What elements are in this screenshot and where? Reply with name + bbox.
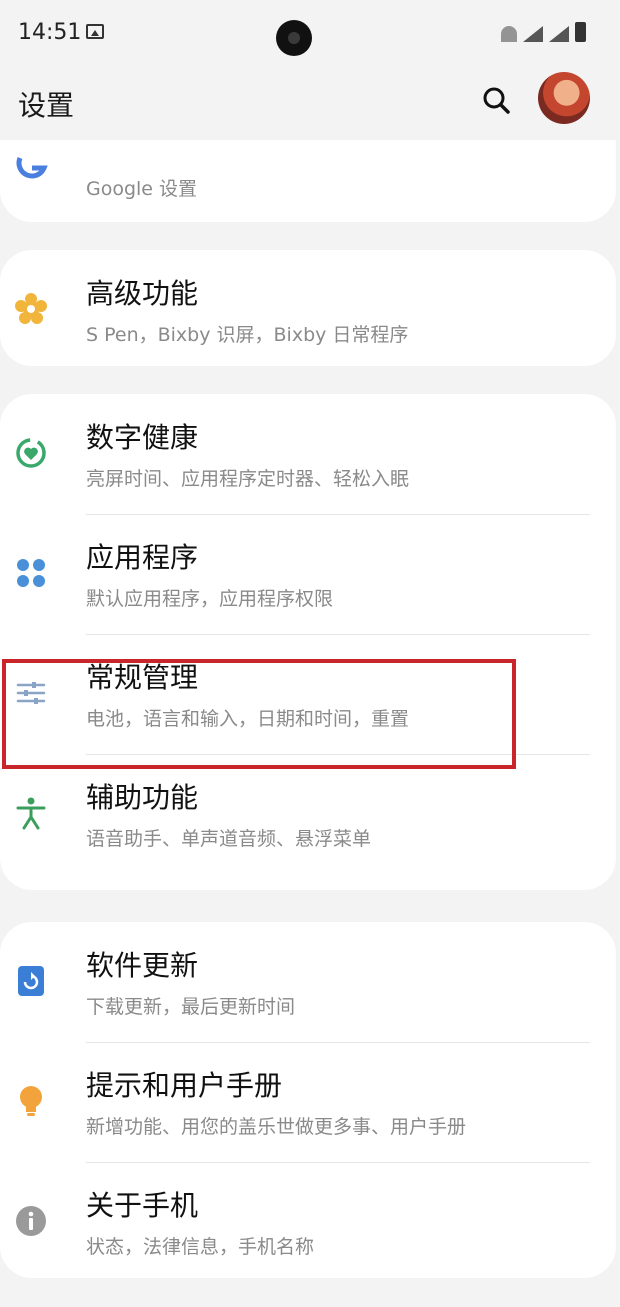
gallery-notification-icon [86, 24, 104, 39]
list-item-title: 高级功能 [86, 277, 199, 310]
status-bar: 14:51 [0, 0, 620, 66]
list-item-google[interactable]: Google 设置 [0, 140, 616, 222]
digital-wellbeing-icon [16, 438, 46, 468]
accessibility-icon [16, 797, 46, 830]
list-item-title: 软件更新 [86, 949, 199, 982]
gear-flower-icon [15, 293, 47, 324]
list-item-advanced-features[interactable]: 高级功能 S Pen，Bixby 识屏，Bixby 日常程序 [0, 250, 616, 366]
system-icons [501, 22, 586, 42]
list-item-title: 关于手机 [86, 1189, 199, 1222]
search-icon [483, 87, 510, 114]
card-group-1: 高级功能 S Pen，Bixby 识屏，Bixby 日常程序 [0, 250, 616, 366]
card-group-3: 软件更新 下载更新，最后更新时间 提示和用户手册 新增功能、用您的盖乐世做更多事… [0, 922, 616, 1278]
list-item-software-update[interactable]: 软件更新 下载更新，最后更新时间 [0, 922, 616, 1042]
highlight-box [2, 659, 516, 769]
battery-icon [575, 22, 586, 42]
list-item-subtitle: 下载更新，最后更新时间 [86, 996, 296, 1018]
apps-icon [17, 559, 45, 587]
list-item-subtitle: 亮屏时间、应用程序定时器、轻松入眠 [86, 468, 410, 490]
list-item-subtitle: S Pen，Bixby 识屏，Bixby 日常程序 [86, 324, 409, 346]
lightbulb-icon [20, 1086, 42, 1116]
status-time: 14:51 [18, 20, 82, 45]
card-group-2: 数字健康 亮屏时间、应用程序定时器、轻松入眠 应用程序 默认应用程序，应用程序权… [0, 394, 616, 890]
software-update-icon [18, 966, 44, 996]
google-icon [16, 157, 48, 179]
list-item-subtitle: 默认应用程序，应用程序权限 [86, 588, 334, 610]
list-item-about-phone[interactable]: 关于手机 状态，法律信息，手机名称 [0, 1162, 616, 1278]
list-item-title: 应用程序 [86, 541, 199, 574]
list-item-subtitle: 新增功能、用您的盖乐世做更多事、用户手册 [86, 1116, 467, 1138]
signal-icon-2 [549, 26, 569, 42]
info-icon [16, 1206, 46, 1236]
list-item-title: 提示和用户手册 [86, 1069, 283, 1102]
list-item-apps[interactable]: 应用程序 默认应用程序，应用程序权限 [0, 514, 616, 634]
list-item-title: 辅助功能 [86, 781, 199, 814]
wifi-icon [501, 26, 517, 42]
card-google: Google 设置 [0, 140, 616, 222]
page-title: 设置 [18, 89, 75, 122]
list-item-title: 数字健康 [86, 421, 199, 454]
signal-icon [523, 26, 543, 42]
list-item-tips-manual[interactable]: 提示和用户手册 新增功能、用您的盖乐世做更多事、用户手册 [0, 1042, 616, 1162]
search-button[interactable] [480, 84, 514, 118]
list-item-subtitle: 状态，法律信息，手机名称 [86, 1236, 315, 1258]
list-item-subtitle: Google 设置 [86, 178, 198, 200]
list-item-accessibility[interactable]: 辅助功能 语音助手、单声道音频、悬浮菜单 [0, 754, 616, 874]
front-camera [276, 20, 312, 56]
list-item-digital-wellbeing[interactable]: 数字健康 亮屏时间、应用程序定时器、轻松入眠 [0, 394, 616, 514]
list-item-subtitle: 语音助手、单声道音频、悬浮菜单 [86, 828, 372, 850]
avatar[interactable] [538, 72, 590, 124]
